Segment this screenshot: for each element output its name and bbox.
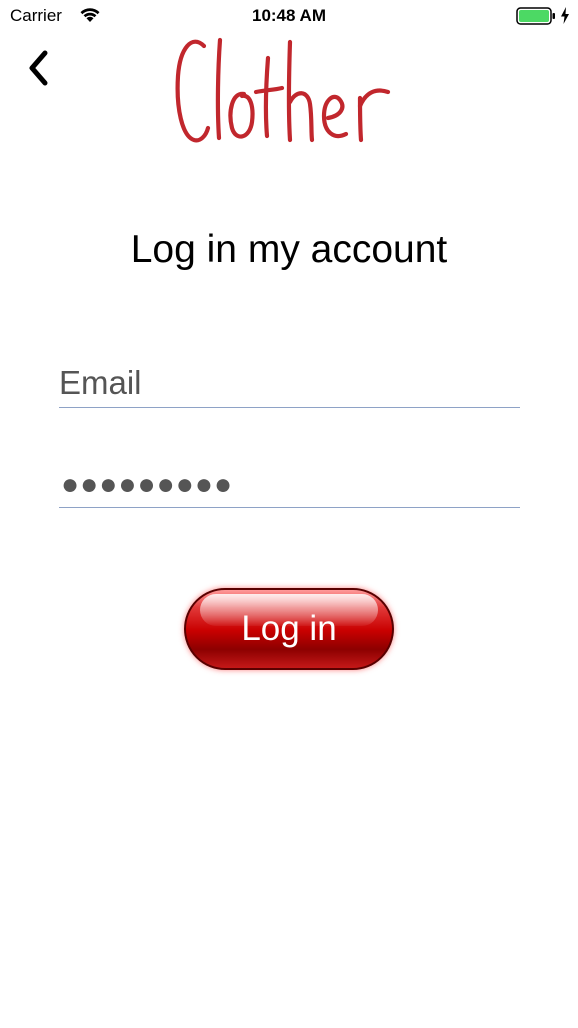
chevron-left-icon (29, 50, 48, 86)
password-field: ●●●●●●●●● (59, 458, 520, 508)
login-screen: Carrier 10:48 AM Log in my account Email… (0, 0, 578, 1028)
page-title: Log in my account (130, 228, 448, 271)
clother-logo (175, 37, 391, 143)
battery-icon (516, 7, 555, 25)
status-time: 10:48 AM (251, 6, 326, 25)
password-input[interactable] (59, 458, 520, 507)
email-input[interactable] (59, 358, 520, 407)
back-button[interactable] (18, 48, 58, 88)
login-button-label: Log in (241, 609, 337, 648)
charging-bolt-icon (561, 7, 569, 24)
email-field (59, 358, 520, 408)
login-button[interactable]: Log in (184, 588, 394, 670)
